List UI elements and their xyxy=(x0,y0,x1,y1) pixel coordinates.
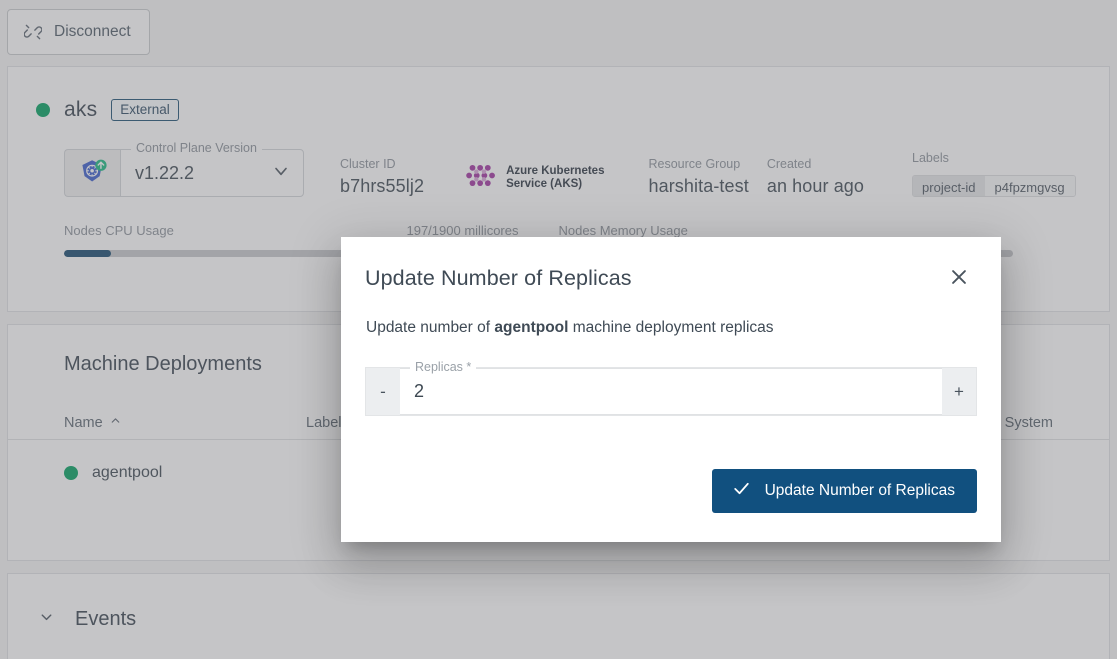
increment-replicas-button[interactable]: + xyxy=(942,368,976,415)
dialog-description: Update number of agentpool machine deplo… xyxy=(365,319,977,337)
decrement-replicas-button[interactable]: - xyxy=(366,368,400,415)
dialog-description-suffix: machine deployment replicas xyxy=(568,319,773,336)
dialog-description-prefix: Update number of xyxy=(366,319,494,336)
update-replicas-submit-button[interactable]: Update Number of Replicas xyxy=(712,469,977,513)
close-button[interactable] xyxy=(941,260,977,296)
dialog-description-target: agentpool xyxy=(494,319,568,336)
replicas-stepper: - Replicas * + xyxy=(365,367,977,416)
replicas-field-label: Replicas * xyxy=(410,360,476,374)
close-icon xyxy=(948,266,970,291)
update-replicas-submit-label: Update Number of Replicas xyxy=(765,482,955,500)
replicas-field[interactable]: Replicas * xyxy=(400,368,942,415)
dialog-title: Update Number of Replicas xyxy=(365,266,632,291)
dialog-actions: Update Number of Replicas xyxy=(365,469,977,542)
check-icon xyxy=(732,479,751,503)
dialog-header: Update Number of Replicas xyxy=(365,237,977,319)
update-replicas-dialog: Update Number of Replicas Update number … xyxy=(341,237,1001,542)
replicas-input[interactable] xyxy=(414,381,942,402)
